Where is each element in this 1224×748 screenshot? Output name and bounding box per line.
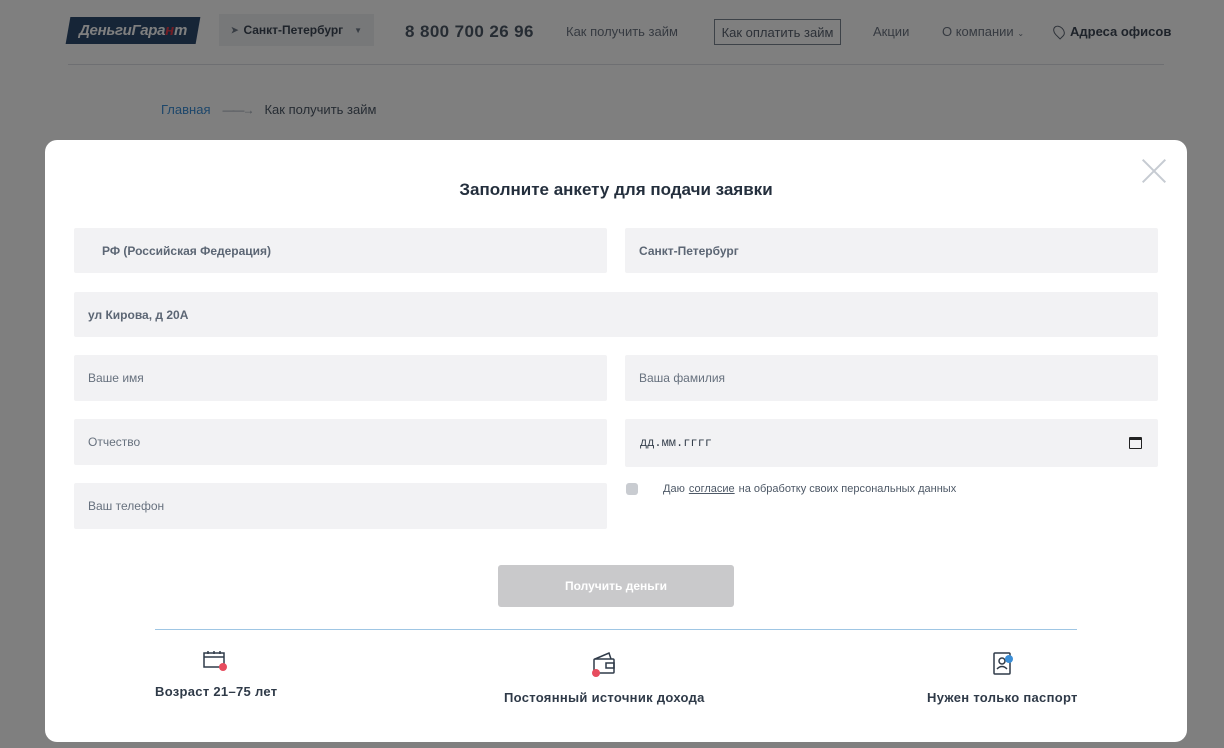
last-name-field[interactable] (625, 355, 1158, 401)
feature-age: Возраст 21–75 лет (155, 650, 277, 699)
phone-input[interactable] (74, 499, 607, 513)
address-field-value: ул Кирова, д 20А (88, 307, 189, 322)
first-name-input[interactable] (74, 371, 607, 385)
get-money-button[interactable]: Получить деньги (498, 565, 734, 607)
patronymic-field[interactable] (74, 419, 607, 465)
feature-passport-label: Нужен только паспорт (927, 690, 1078, 705)
consent-link[interactable]: согласие (689, 483, 735, 495)
birthdate-field[interactable]: дд.мм.гггг (625, 419, 1158, 467)
birthdate-placeholder: дд.мм.гггг (640, 436, 713, 450)
address-field[interactable]: ул Кирова, д 20А (74, 292, 1158, 337)
patronymic-input[interactable] (74, 435, 607, 449)
city-field-value: Санкт-Петербург (639, 243, 739, 258)
city-field[interactable]: Санкт-Петербург (625, 228, 1158, 273)
consent-checkbox[interactable] (626, 483, 638, 495)
application-modal: Заполните анкету для подачи заявки РФ (Р… (45, 140, 1187, 742)
country-field[interactable]: РФ (Российская Федерация) (74, 228, 607, 273)
modal-title: Заполните анкету для подачи заявки (459, 180, 773, 199)
feature-income: Постоянный источник дохода (504, 650, 705, 705)
phone-field[interactable] (74, 483, 607, 529)
calendar-picker-icon[interactable] (1129, 437, 1142, 449)
last-name-input[interactable] (625, 371, 1158, 385)
feature-age-label: Возраст 21–75 лет (155, 684, 278, 699)
consent-text-after: на обработку своих персональных данных (738, 483, 957, 495)
divider (155, 629, 1077, 630)
consent-text-before: Даю (663, 483, 685, 495)
passport-icon (993, 652, 1014, 675)
calendar-icon (203, 651, 228, 671)
first-name-field[interactable] (74, 355, 607, 401)
country-field-value: РФ (Российская Федерация) (102, 243, 272, 258)
consent-row: Даю согласие на обработку своих персонал… (626, 483, 956, 495)
feature-passport: Нужен только паспорт (927, 650, 1078, 705)
wallet-icon (592, 651, 616, 677)
feature-income-label: Постоянный источник дохода (504, 690, 705, 705)
